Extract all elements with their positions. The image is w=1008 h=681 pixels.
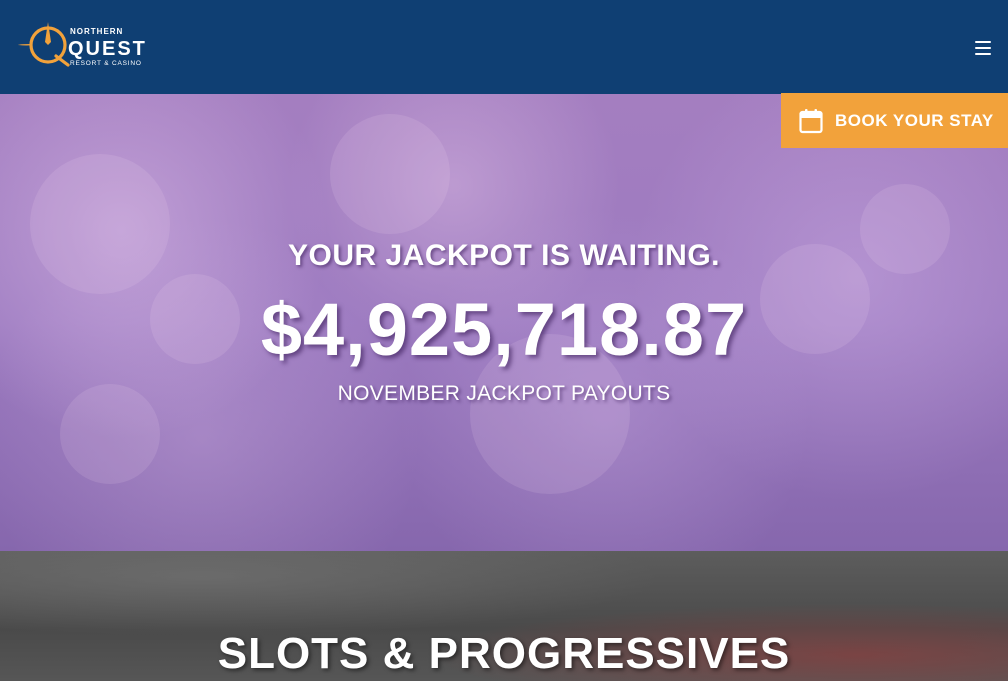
- menu-line: [975, 47, 991, 49]
- site-header: NORTHERN QUEST RESORT & CASINO: [0, 0, 1008, 94]
- hamburger-menu-icon[interactable]: [975, 41, 991, 55]
- menu-line: [975, 53, 991, 55]
- jackpot-subline: NOVEMBER JACKPOT PAYOUTS: [337, 382, 671, 405]
- menu-line: [975, 41, 991, 43]
- jackpot-amount: $4,925,718.87: [260, 288, 748, 371]
- hero-tagline: YOUR JACKPOT IS WAITING.: [287, 239, 721, 272]
- slots-section-title: SLOTS & PROGRESSIVES: [217, 629, 791, 678]
- calendar-icon: [799, 108, 823, 133]
- book-your-stay-button[interactable]: BOOK YOUR STAY: [781, 93, 1008, 148]
- slots-section: SLOTS & PROGRESSIVES: [0, 551, 1008, 681]
- logo-top-text: NORTHERN: [70, 27, 123, 36]
- book-your-stay-label: BOOK YOUR STAY: [835, 110, 994, 130]
- jackpot-hero: YOUR JACKPOT IS WAITING. $4,925,718.87 N…: [0, 94, 1008, 551]
- logo-bottom-text: RESORT & CASINO: [70, 60, 142, 67]
- northern-quest-logo[interactable]: NORTHERN QUEST RESORT & CASINO: [18, 18, 148, 70]
- logo-main-text: QUEST: [68, 38, 147, 60]
